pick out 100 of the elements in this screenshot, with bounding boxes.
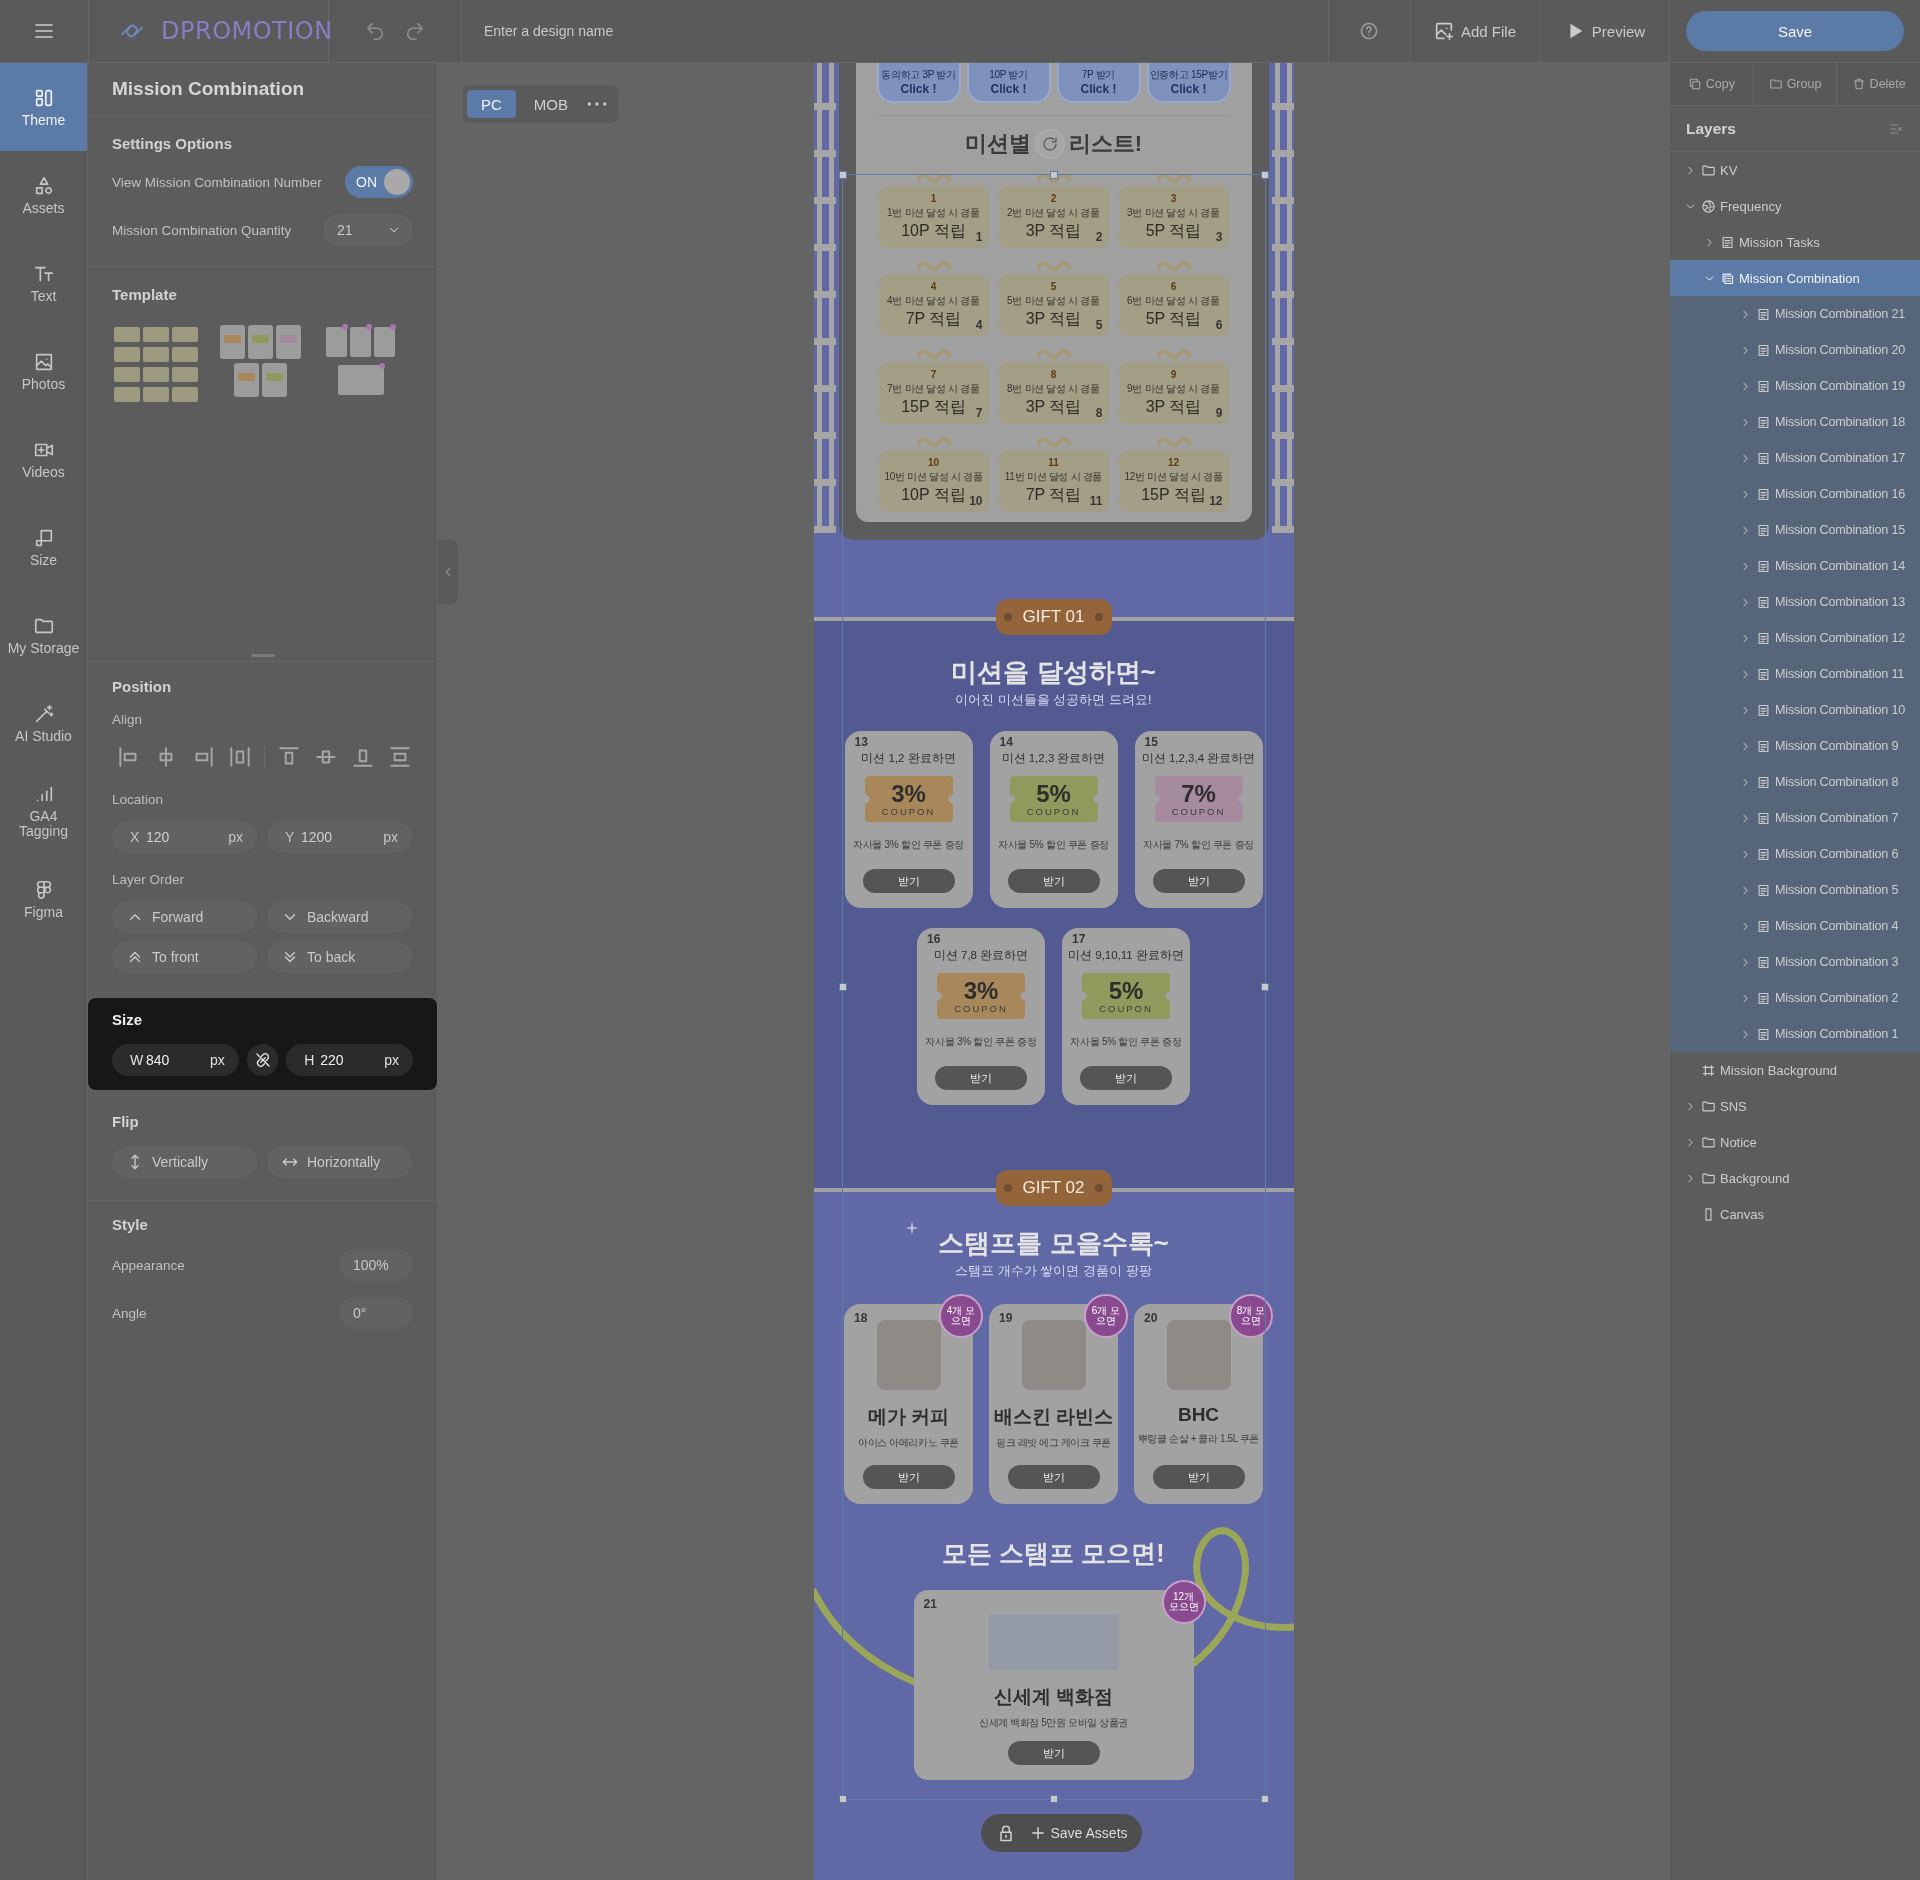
resize-handle[interactable]	[1049, 1795, 1058, 1803]
mission-button[interactable]: 동의하고 3P 받기 Click !	[876, 63, 961, 103]
layer-item[interactable]: Mission Combination 14	[1670, 548, 1920, 584]
layer-item[interactable]: Mission Combination 2	[1670, 980, 1920, 1016]
layer-item[interactable]: Mission Tasks	[1670, 224, 1920, 260]
section-title: 미션을 달성하면~	[951, 656, 1156, 689]
layer-order-button[interactable]: Backward	[267, 901, 412, 933]
layer-order-button[interactable]: To front	[112, 941, 257, 973]
layer-item[interactable]: Mission Combination 10	[1670, 692, 1920, 728]
layer-item[interactable]: Notice	[1670, 1124, 1920, 1160]
number-field[interactable]: H 220 px	[286, 1044, 413, 1076]
claim-button[interactable]: 받기	[862, 869, 955, 893]
layer-item[interactable]: Mission Combination 8	[1670, 764, 1920, 800]
toggle-switch[interactable]: ON	[345, 166, 413, 198]
help-icon[interactable]	[1359, 21, 1379, 41]
preview-button[interactable]: Preview	[1540, 0, 1670, 62]
collapse-handle[interactable]	[438, 540, 458, 604]
stamp-badge: 6개 모으면	[1084, 1294, 1128, 1338]
link-toggle-button[interactable]	[246, 1044, 279, 1076]
layer-item[interactable]: Mission Combination 1	[1670, 1016, 1920, 1052]
layer-item[interactable]: Mission Combination 17	[1670, 440, 1920, 476]
claim-button[interactable]: 받기	[1007, 1465, 1100, 1489]
flip-button[interactable]: Vertically	[112, 1146, 257, 1178]
layer-item[interactable]: Mission Combination 9	[1670, 728, 1920, 764]
save-assets-button[interactable]: Save Assets	[1024, 1824, 1132, 1842]
rotate-handle[interactable]	[1034, 129, 1065, 159]
mission-button[interactable]: 인증하고 15P받기 Click !	[1146, 63, 1231, 103]
sidebar-item[interactable]: Assets	[0, 151, 87, 239]
quantity-dropdown[interactable]: 21	[323, 214, 413, 246]
number-field[interactable]: X 120 px	[112, 821, 257, 853]
layer-item[interactable]: Mission Combination 16	[1670, 476, 1920, 512]
sidebar-item[interactable]: GA4 Tagging	[0, 767, 87, 855]
layer-item[interactable]: Mission Combination 21	[1670, 296, 1920, 332]
layer-item[interactable]: Mission Combination 6	[1670, 836, 1920, 872]
sidebar-item[interactable]: Photos	[0, 327, 87, 415]
layer-item[interactable]: Mission Background	[1670, 1052, 1920, 1088]
resize-handle[interactable]	[1260, 171, 1269, 179]
combination-number: 21	[923, 1598, 937, 1610]
layer-item[interactable]: Mission Combination 18	[1670, 404, 1920, 440]
layer-item[interactable]: Mission Combination 4	[1670, 908, 1920, 944]
claim-button[interactable]: 받기	[1152, 1465, 1245, 1489]
sidebar-item[interactable]: Figma	[0, 855, 87, 943]
mission-button[interactable]: 7P 받기 Click !	[1056, 63, 1141, 103]
layer-item[interactable]: Mission Combination	[1670, 260, 1920, 296]
sidebar-item[interactable]: Size	[0, 503, 87, 591]
claim-button[interactable]: 받기	[1007, 869, 1100, 893]
resize-handle[interactable]	[838, 1795, 847, 1803]
redo-icon[interactable]	[404, 20, 426, 42]
layer-item[interactable]: Mission Combination 13	[1670, 584, 1920, 620]
design-name-field[interactable]: Enter a design name	[472, 17, 896, 45]
resize-handle[interactable]	[1260, 983, 1269, 991]
resize-handle[interactable]	[1049, 171, 1058, 179]
number-field[interactable]: Y 1200 px	[267, 821, 412, 853]
align-icon[interactable]	[387, 744, 413, 770]
sidebar-item[interactable]: My Storage	[0, 591, 87, 679]
layer-item[interactable]: KV	[1670, 152, 1920, 188]
sidebar-item[interactable]: AI Studio	[0, 679, 87, 767]
section-heading: Size	[112, 1010, 143, 1030]
viewport-tab[interactable]: MOB	[519, 90, 582, 118]
viewport-tab[interactable]: PC	[467, 90, 516, 118]
layer-item[interactable]: Mission Combination 20	[1670, 332, 1920, 368]
prize-reward: 10P 적립	[901, 222, 966, 240]
gift-description: 핑크 래빗 에그 케이크 쿠폰	[995, 1436, 1112, 1450]
layer-item[interactable]: Canvas	[1670, 1196, 1920, 1232]
undo-icon[interactable]	[364, 20, 386, 42]
gift-description: 신세계 백화점 5만원 모바일 상품권	[978, 1716, 1129, 1730]
layer-item[interactable]: SNS	[1670, 1088, 1920, 1124]
layer-order-button[interactable]: To back	[267, 941, 412, 973]
claim-button[interactable]: 받기	[1080, 1066, 1172, 1090]
layer-item[interactable]: Mission Combination 5	[1670, 872, 1920, 908]
discount-rate: 5%	[1108, 978, 1144, 1003]
value-field[interactable]: 0°	[339, 1297, 413, 1329]
layer-item[interactable]: Mission Combination 12	[1670, 620, 1920, 656]
sidebar-item[interactable]: Text	[0, 239, 87, 327]
resize-handle[interactable]	[838, 171, 847, 179]
layer-order-button[interactable]: Forward	[112, 901, 257, 933]
resize-handle[interactable]	[838, 983, 847, 991]
flip-button[interactable]: Horizontally	[267, 1146, 412, 1178]
save-button[interactable]: Save	[1686, 11, 1904, 51]
layer-item[interactable]: Mission Combination 3	[1670, 944, 1920, 980]
layer-item[interactable]: Frequency	[1670, 188, 1920, 224]
layer-item[interactable]: Mission Combination 19	[1670, 368, 1920, 404]
layer-item[interactable]: Background	[1670, 1160, 1920, 1196]
mission-button[interactable]: 10P 받기 Click !	[966, 63, 1051, 103]
layer-item[interactable]: Mission Combination 15	[1670, 512, 1920, 548]
layer-item[interactable]: Mission Combination 11	[1670, 656, 1920, 692]
claim-button[interactable]: 받기	[862, 1465, 955, 1489]
panel-title: Layers	[1686, 119, 1736, 138]
claim-button[interactable]: 받기	[935, 1066, 1027, 1090]
list-icon	[1756, 990, 1771, 1006]
sidebar-item[interactable]: Videos	[0, 415, 87, 503]
sidebar-item[interactable]: Theme	[0, 63, 87, 151]
add-file-button[interactable]: Add File	[1410, 0, 1540, 62]
resize-handle[interactable]	[1260, 1795, 1269, 1803]
align-icon[interactable]	[227, 744, 253, 770]
claim-button[interactable]: 받기	[1007, 1741, 1100, 1765]
claim-button[interactable]: 받기	[1152, 869, 1245, 893]
number-field[interactable]: W 840 px	[112, 1044, 239, 1076]
layer-item[interactable]: Mission Combination 7	[1670, 800, 1920, 836]
value-field[interactable]: 100%	[339, 1249, 413, 1281]
